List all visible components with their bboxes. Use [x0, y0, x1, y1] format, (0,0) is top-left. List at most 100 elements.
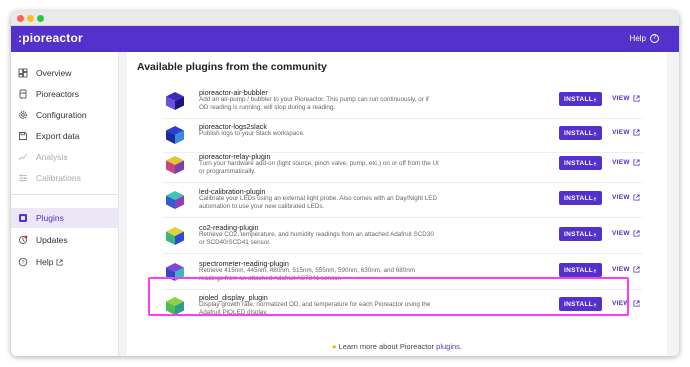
download-icon: [593, 131, 597, 135]
sidebar-item-label: Plugins: [36, 213, 64, 223]
view-link[interactable]: VIEW: [612, 230, 640, 237]
row-divider: [163, 253, 643, 254]
sidebar-item-label: Export data: [36, 131, 80, 141]
external-link-icon: [633, 95, 640, 102]
sidebar-item-configuration[interactable]: Configuration: [11, 105, 119, 125]
sidebar-item-label: Help: [36, 257, 54, 267]
section-title: Available plugins from the community: [137, 61, 327, 73]
row-divider: [163, 217, 643, 218]
install-button[interactable]: INSTALL: [559, 126, 602, 140]
view-link[interactable]: VIEW: [612, 95, 640, 102]
view-link[interactable]: VIEW: [612, 129, 640, 136]
close-window-button[interactable]: [17, 15, 24, 22]
app-header: :pioreactor Help ?: [11, 26, 679, 52]
sidebar: Overview Pioreactors Configuration Expor…: [11, 52, 119, 356]
install-label: INSTALL: [564, 230, 594, 238]
minimize-window-button[interactable]: [27, 15, 34, 22]
view-link[interactable]: VIEW: [612, 194, 640, 201]
help-icon: ?: [18, 257, 28, 267]
view-label: VIEW: [612, 194, 630, 201]
sidebar-item-overview[interactable]: Overview: [11, 63, 119, 83]
plugin-description: Turn your hardware add-on (light source,…: [199, 160, 439, 175]
sidebar-item-plugins[interactable]: Plugins: [11, 208, 119, 228]
external-link-icon: [633, 230, 640, 237]
plugin-cube-icon: [166, 191, 184, 209]
plugin-description: Add an air-pump / bubbler to your Piorea…: [199, 96, 429, 111]
sidebar-item-label: Pioreactors: [36, 89, 79, 99]
install-button[interactable]: INSTALL: [559, 92, 602, 106]
highlight-box: [148, 277, 629, 316]
view-label: VIEW: [612, 230, 630, 237]
insights-icon: [18, 152, 28, 162]
download-icon: [593, 232, 597, 236]
external-link-icon: [633, 129, 640, 136]
install-button[interactable]: INSTALL: [559, 263, 602, 277]
install-label: INSTALL: [564, 129, 594, 137]
external-link-icon: [633, 159, 640, 166]
plugin-row: pioreactor-logs2slack Publish logs to you…: [157, 121, 657, 154]
install-button[interactable]: INSTALL: [559, 156, 602, 170]
help-button[interactable]: Help ?: [630, 34, 659, 43]
install-label: INSTALL: [564, 266, 594, 274]
help-circle-icon: ?: [650, 34, 659, 43]
sidebar-item-export-data[interactable]: Export data: [11, 126, 119, 146]
view-link[interactable]: VIEW: [612, 159, 640, 166]
window-titlebar: [11, 11, 679, 26]
brand-logo[interactable]: :pioreactor: [18, 31, 83, 45]
view-label: VIEW: [612, 159, 630, 166]
external-link-icon: [633, 300, 640, 307]
plugin-description: Publish logs to your Slack workspace.: [199, 130, 305, 137]
external-link-icon: [56, 258, 64, 266]
plugin-row: pioreactor-relay-plugin Turn your hardwar…: [157, 151, 657, 184]
plugin-cube-icon: [166, 92, 184, 110]
plugin-cube-icon: [166, 126, 184, 144]
plugin-cube-icon: [166, 156, 184, 174]
update-icon: [18, 235, 28, 245]
svg-text:?: ?: [21, 260, 24, 266]
download-icon: [593, 161, 597, 165]
plugin-cube-icon: [166, 227, 184, 245]
external-link-icon: [633, 194, 640, 201]
pioreactor-icon: [18, 89, 28, 99]
plugin-icon: [18, 213, 28, 223]
plugin-description: Calibrate your LEDs using an external li…: [199, 195, 438, 210]
view-link[interactable]: VIEW: [612, 266, 640, 273]
footer-note: ● Learn more about Pioreactor plugins.: [127, 342, 667, 351]
sidebar-item-pioreactors[interactable]: Pioreactors: [11, 84, 119, 104]
plugins-docs-link[interactable]: plugins: [436, 342, 460, 351]
sidebar-item-label: Calibrations: [36, 173, 81, 183]
maximize-window-button[interactable]: [37, 15, 44, 22]
dashboard-icon: [18, 68, 28, 78]
sidebar-item-calibrations: Calibrations: [11, 168, 119, 188]
install-label: INSTALL: [564, 159, 594, 167]
external-link-icon: [633, 266, 640, 273]
tune-icon: [18, 173, 28, 183]
footer-text: Learn more about Pioreactor: [338, 342, 435, 351]
plugin-row: co2-reading-plugin Retrieve CO2, temperat…: [157, 222, 657, 255]
footer-suffix: .: [459, 342, 463, 351]
sidebar-item-analysis: Analysis: [11, 147, 119, 167]
plugin-row: led-calibration-plugin Calibrate your LED…: [157, 186, 657, 219]
row-divider: [163, 118, 643, 119]
plugin-row: pioreactor-air-bubbler Add an air-pump / …: [157, 87, 657, 120]
sidebar-item-updates[interactable]: Updates: [11, 230, 119, 250]
view-label: VIEW: [612, 129, 630, 136]
save-icon: [18, 131, 28, 141]
download-icon: [593, 268, 597, 272]
gear-icon: [18, 110, 28, 120]
download-icon: [593, 196, 597, 200]
view-label: VIEW: [612, 266, 630, 273]
install-label: INSTALL: [564, 194, 594, 202]
sidebar-divider: [11, 194, 119, 195]
view-label: VIEW: [612, 95, 630, 102]
download-icon: [593, 97, 597, 101]
sidebar-item-help[interactable]: ? Help: [11, 252, 119, 272]
install-label: INSTALL: [564, 95, 594, 103]
install-button[interactable]: INSTALL: [559, 227, 602, 241]
sidebar-item-label: Configuration: [36, 110, 87, 120]
help-label: Help: [629, 34, 646, 43]
install-button[interactable]: INSTALL: [559, 191, 602, 205]
plugin-description: Retrieve CO2, temperature, and humidity …: [199, 231, 434, 246]
sidebar-item-label: Analysis: [36, 152, 68, 162]
sidebar-item-label: Updates: [36, 235, 68, 245]
